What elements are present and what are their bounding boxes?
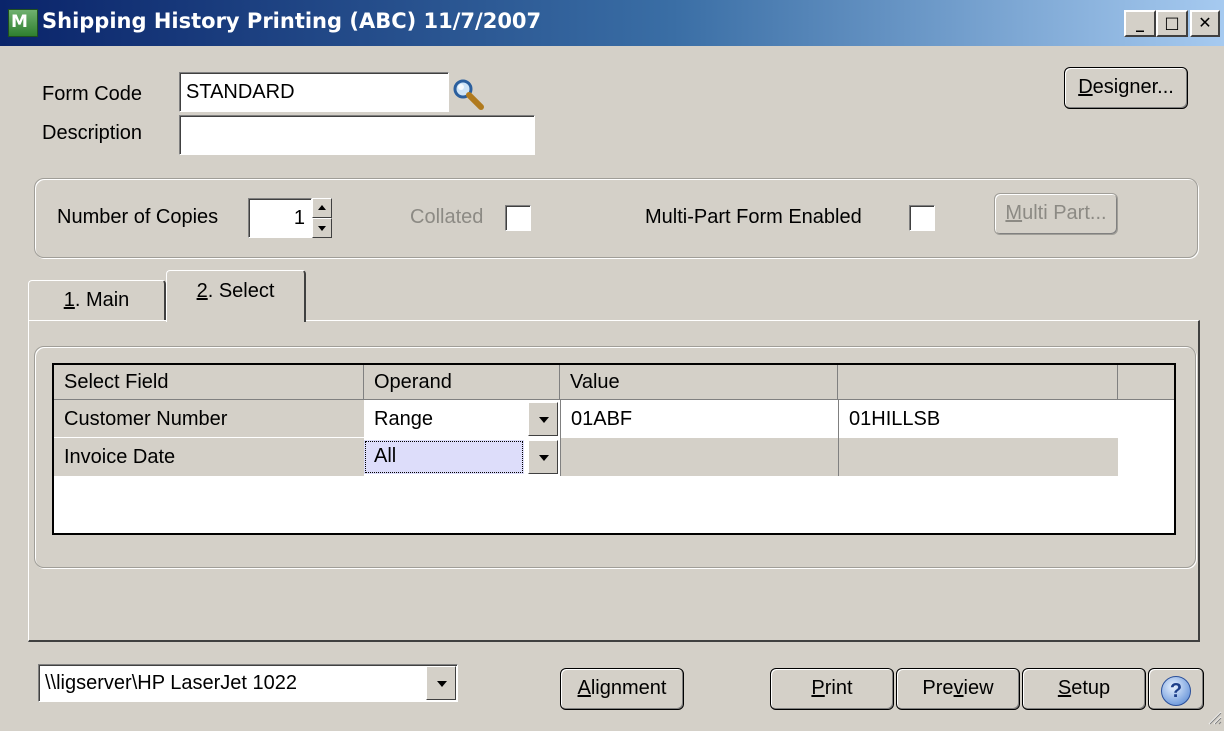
minimize-button[interactable]: _	[1124, 10, 1156, 37]
lookup-icon[interactable]	[452, 78, 486, 112]
row1-operand[interactable]: Range	[364, 400, 528, 438]
header-select-field[interactable]: Select Field	[54, 365, 364, 400]
number-of-copies-field[interactable]: 1	[248, 198, 312, 238]
print-label: rint	[824, 677, 853, 699]
header-value[interactable]: Value	[560, 365, 838, 400]
form-code-label: Form Code	[42, 83, 143, 105]
tab-main[interactable]: 1. Select. Main	[28, 280, 166, 320]
tab-select[interactable]: 2. Select	[166, 270, 306, 322]
row1-value-to[interactable]: 01HILLSB	[838, 400, 1118, 438]
row2-operand-dropdown[interactable]	[528, 440, 558, 474]
help-button[interactable]: ?	[1148, 668, 1204, 710]
preview-label: iew	[963, 677, 994, 699]
size-grip-icon[interactable]	[1206, 708, 1222, 725]
row2-value-to	[838, 438, 1118, 476]
title-bar: M Shipping History Printing (ABC) 11/7/2…	[0, 0, 1224, 46]
chevron-down-icon	[437, 681, 447, 687]
form-code-field[interactable]: STANDARD	[179, 72, 449, 112]
row1-value-from[interactable]: 01ABF	[560, 400, 838, 438]
multipart-button[interactable]: Multi Part...	[994, 193, 1118, 235]
chevron-down-icon	[539, 417, 549, 423]
multipart-mnemonic: M	[1005, 202, 1023, 224]
multipart-enabled-checkbox[interactable]	[909, 205, 935, 231]
maximize-button[interactable]: □	[1156, 10, 1188, 37]
setup-label: etup	[1071, 677, 1111, 699]
collated-label: Collated	[410, 206, 484, 228]
setup-button[interactable]: Setup	[1022, 668, 1146, 710]
alignment-label: lignment	[590, 677, 667, 699]
designer-button[interactable]: Designer...	[1064, 67, 1188, 109]
multipart-label: ulti Part...	[1022, 202, 1107, 224]
copies-spinner[interactable]	[312, 198, 332, 238]
header-filler	[1118, 365, 1174, 400]
multipart-enabled-label: Multi-Part Form Enabled	[645, 206, 862, 228]
close-button[interactable]: ✕	[1190, 10, 1220, 37]
maximize-icon: □	[1164, 13, 1180, 32]
printer-select[interactable]: \\ligserver\HP LaserJet 1022	[38, 664, 458, 702]
description-field[interactable]	[179, 115, 535, 155]
close-icon: ✕	[1198, 13, 1212, 32]
chevron-down-icon	[539, 455, 549, 461]
window-title: Shipping History Printing (ABC) 11/7/200…	[42, 9, 542, 33]
tab-select-label: . Select	[207, 280, 275, 302]
row1-field: Customer Number	[54, 400, 364, 438]
designer-label: esigner...	[1092, 76, 1174, 98]
row1-operand-dropdown[interactable]	[528, 402, 558, 436]
collated-checkbox[interactable]	[505, 205, 531, 231]
row2-operand[interactable]: All	[364, 440, 524, 474]
minimize-icon: _	[1136, 13, 1144, 32]
print-button[interactable]: Print	[770, 668, 894, 710]
header-operand[interactable]: Operand	[364, 365, 560, 400]
printer-dropdown[interactable]	[426, 666, 456, 700]
tab-main-label: . Main	[74, 289, 130, 311]
select-grid: Select Field Operand Value Customer Numb…	[52, 363, 1176, 535]
spinner-up-icon[interactable]	[312, 198, 332, 218]
description-label: Description	[42, 122, 143, 144]
help-icon: ?	[1161, 676, 1191, 706]
row2-value-from	[560, 438, 838, 476]
designer-mnemonic: D	[1078, 76, 1093, 98]
alignment-button[interactable]: Alignment	[560, 668, 684, 710]
spinner-down-icon[interactable]	[312, 218, 332, 238]
app-icon: M	[8, 9, 38, 37]
row2-field: Invoice Date	[54, 438, 364, 476]
header-value-to[interactable]	[838, 365, 1118, 400]
number-of-copies-label: Number of Copies	[57, 206, 219, 228]
preview-button[interactable]: Preview	[896, 668, 1020, 710]
